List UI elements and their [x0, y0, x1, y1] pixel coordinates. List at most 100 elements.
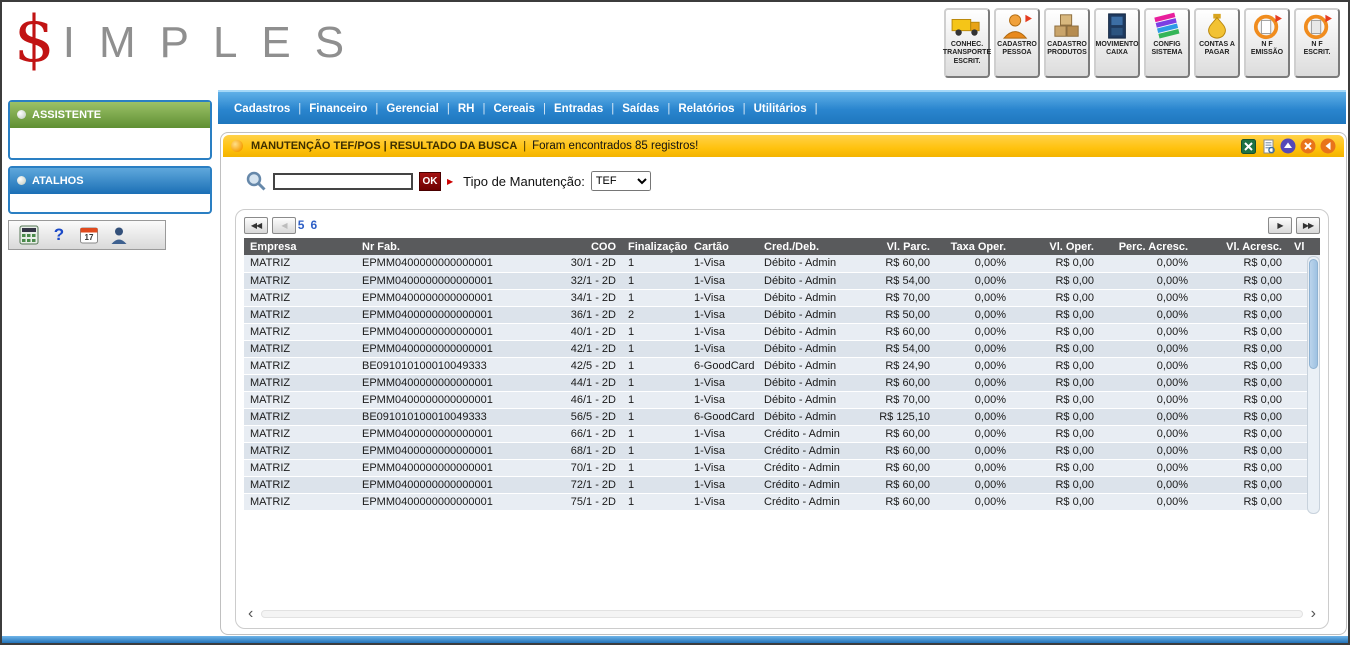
horizontal-scrollbar-track[interactable] [261, 610, 1302, 618]
prev-page-button[interactable]: ◀ [272, 217, 296, 234]
cell: MATRIZ [244, 272, 356, 289]
table-row[interactable]: MATRIZEPMM040000000000000146/1 - 2D11-Vi… [244, 391, 1320, 408]
table-row[interactable]: MATRIZEPMM040000000000000144/1 - 2D11-Vi… [244, 374, 1320, 391]
menu-separator: | [482, 103, 485, 115]
cell: BE091010100010049333 [356, 357, 548, 374]
column-header-2[interactable]: COO [548, 238, 622, 255]
help-icon[interactable]: ? [49, 225, 69, 245]
column-header-8[interactable]: Vl. Oper. [1012, 238, 1100, 255]
menu-item-cadastros[interactable]: Cadastros [234, 103, 290, 115]
menu-item-saídas[interactable]: Saídas [622, 103, 659, 115]
menu-item-cereais[interactable]: Cereais [493, 103, 535, 115]
cell: 1-Visa [688, 323, 758, 340]
ok-button[interactable]: OK [419, 172, 441, 191]
atalhos-header[interactable]: ATALHOS [10, 168, 210, 194]
toolbar-button-config-sistema[interactable]: CONFIG SISTEMA [1144, 8, 1190, 78]
menu-separator: | [743, 103, 746, 115]
table-row[interactable]: MATRIZEPMM040000000000000168/1 - 2D11-Vi… [244, 442, 1320, 459]
cell: R$ 0,00 [1012, 289, 1100, 306]
toolbar-button-cadastro-produtos[interactable]: CADASTRO PRODUTOS [1044, 8, 1090, 78]
column-header-5[interactable]: Cred./Deb. [758, 238, 848, 255]
status-separator: | [523, 140, 526, 152]
menu-item-rh[interactable]: RH [458, 103, 475, 115]
back-icon[interactable] [1320, 138, 1336, 154]
first-page-button[interactable]: ◀◀ [244, 217, 268, 234]
toolbar-button-movimento-caixa[interactable]: MOVIMENTO CAIXA [1094, 8, 1140, 78]
close-icon[interactable] [1300, 138, 1316, 154]
column-header-11[interactable]: Vl [1288, 238, 1320, 255]
cell: 1-Visa [688, 255, 758, 272]
column-header-3[interactable]: Finalização [622, 238, 688, 255]
cell: 1 [622, 374, 688, 391]
cell: EPMM0400000000000001 [356, 493, 548, 510]
menu-item-gerencial[interactable]: Gerencial [386, 103, 438, 115]
menu-item-utilitários[interactable]: Utilitários [754, 103, 807, 115]
column-header-10[interactable]: Vl. Acresc. [1194, 238, 1288, 255]
table-row[interactable]: MATRIZEPMM040000000000000132/1 - 2D11-Vi… [244, 272, 1320, 289]
cell: 0,00% [936, 289, 1012, 306]
table-row[interactable]: MATRIZEPMM040000000000000134/1 - 2D11-Vi… [244, 289, 1320, 306]
cell: 0,00% [936, 408, 1012, 425]
cell: EPMM0400000000000001 [356, 374, 548, 391]
table-row[interactable]: MATRIZEPMM040000000000000136/1 - 2D21-Vi… [244, 306, 1320, 323]
cell: 1 [622, 442, 688, 459]
last-page-button[interactable]: ▶▶ [1296, 217, 1320, 234]
cell: R$ 0,00 [1194, 289, 1288, 306]
next-page-button[interactable]: ▶ [1268, 217, 1292, 234]
page-link-5[interactable]: 5 [298, 218, 305, 232]
toolbar-button-conhec-transporte[interactable]: CONHEC. TRANSPORTE ESCRIT. [944, 8, 990, 78]
cell: Débito - Admin [758, 374, 848, 391]
invoice-emit-icon [1249, 12, 1285, 40]
cell: R$ 0,00 [1012, 408, 1100, 425]
toolbar-button-contas-a-pagar[interactable]: CONTAS A PAGAR [1194, 8, 1240, 78]
status-bullet-icon [231, 140, 243, 152]
menu-separator: | [667, 103, 670, 115]
menu-item-entradas[interactable]: Entradas [554, 103, 603, 115]
atalhos-panel: ATALHOS [8, 166, 212, 214]
menu-item-relatórios[interactable]: Relatórios [678, 103, 734, 115]
print-icon[interactable] [1260, 138, 1276, 154]
cell: Débito - Admin [758, 340, 848, 357]
toolbar-button-nf-escrit[interactable]: N F ESCRIT. [1294, 8, 1340, 78]
calendar-icon[interactable]: 17 [79, 225, 99, 245]
table-row[interactable]: MATRIZEPMM040000000000000166/1 - 2D11-Vi… [244, 425, 1320, 442]
cell: 66/1 - 2D [548, 425, 622, 442]
search-input[interactable] [273, 173, 413, 190]
cell: Crédito - Admin [758, 493, 848, 510]
collapse-icon[interactable] [1280, 138, 1296, 154]
page-link-6[interactable]: 6 [310, 218, 317, 232]
table-row[interactable]: MATRIZBE09101010001004933356/5 - 2D16-Go… [244, 408, 1320, 425]
excel-export-icon[interactable] [1240, 138, 1256, 154]
table-row[interactable]: MATRIZBE09101010001004933342/5 - 2D16-Go… [244, 357, 1320, 374]
table-row[interactable]: MATRIZEPMM040000000000000130/1 - 2D11-Vi… [244, 255, 1320, 272]
table-row[interactable]: MATRIZEPMM040000000000000170/1 - 2D11-Vi… [244, 459, 1320, 476]
column-header-6[interactable]: Vl. Parc. [848, 238, 936, 255]
column-header-4[interactable]: Cartão [688, 238, 758, 255]
vertical-scrollbar[interactable] [1307, 256, 1320, 514]
table-row[interactable]: MATRIZEPMM040000000000000142/1 - 2D11-Vi… [244, 340, 1320, 357]
calculator-icon[interactable] [19, 225, 39, 245]
column-header-7[interactable]: Taxa Oper. [936, 238, 1012, 255]
tipo-manutencao-select[interactable]: TEF [591, 171, 651, 191]
table-row[interactable]: MATRIZEPMM040000000000000175/1 - 2D11-Vi… [244, 493, 1320, 510]
scroll-left-icon[interactable]: ‹ [246, 606, 255, 622]
pagination-left: ◀◀ ◀ [244, 217, 296, 234]
vertical-scrollbar-thumb[interactable] [1309, 259, 1318, 369]
toolbar-button-nf-emissao[interactable]: N F EMISSÃO [1244, 8, 1290, 78]
toolbar-button-cadastro-pessoa[interactable]: CADASTRO PESSOA [994, 8, 1040, 78]
user-icon[interactable] [109, 225, 129, 245]
horizontal-scrollbar[interactable]: ‹ › [246, 606, 1318, 622]
search-row: OK ▶ Tipo de Manutenção: TEF [245, 167, 651, 195]
table-row[interactable]: MATRIZEPMM040000000000000140/1 - 2D11-Vi… [244, 323, 1320, 340]
scroll-right-icon[interactable]: › [1309, 606, 1318, 622]
logo-dollar-icon: $ [14, 8, 55, 72]
column-header-0[interactable]: Empresa [244, 238, 356, 255]
assistente-header[interactable]: ASSISTENTE [10, 102, 210, 128]
table-row[interactable]: MATRIZEPMM040000000000000172/1 - 2D11-Vi… [244, 476, 1320, 493]
logo-text: IMPLES [63, 18, 368, 68]
column-header-9[interactable]: Perc. Acresc. [1100, 238, 1194, 255]
menu-item-financeiro[interactable]: Financeiro [309, 103, 367, 115]
cell: Crédito - Admin [758, 476, 848, 493]
column-header-1[interactable]: Nr Fab. [356, 238, 548, 255]
app-window: $ IMPLES CONHEC. TRANSPORTE ESCRIT. CADA… [0, 0, 1350, 645]
